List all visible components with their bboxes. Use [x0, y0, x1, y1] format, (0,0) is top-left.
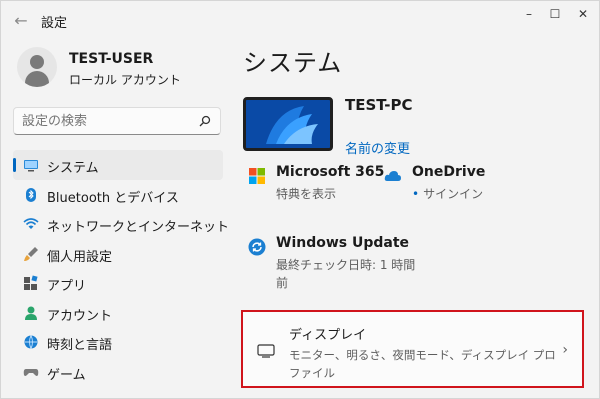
bluetooth-icon [26, 187, 36, 202]
search-icon[interactable] [198, 114, 212, 128]
rename-link[interactable]: 名前の変更 [345, 138, 410, 157]
app-title: 設定 [41, 16, 68, 31]
sidebar-nav: システム Bluetooth とデバイス ネットワークとインターネット 個人用設… [13, 150, 229, 387]
user-name: TEST-USER [69, 51, 154, 67]
brush-icon [24, 246, 38, 261]
avatar [17, 47, 57, 87]
display-settings-card[interactable]: ディスプレイ モニター、明るさ、夜間モード、ディスプレイ プロファイル › [241, 310, 584, 388]
sidebar-item-label: システム [47, 161, 99, 176]
system-icon [24, 160, 38, 172]
windows-update-icon [248, 238, 266, 256]
sidebar-item-label: ネットワークとインターネット [47, 220, 230, 235]
title-bar: ← 設定 – ☐ ✕ [1, 1, 600, 41]
sidebar-item-accounts[interactable]: アカウント [13, 298, 223, 328]
search-box[interactable] [13, 107, 221, 135]
page-title: システム [243, 49, 343, 77]
sidebar-item-label: アカウント [47, 308, 113, 324]
tile-title: OneDrive [412, 164, 486, 180]
back-arrow-icon[interactable]: ← [11, 11, 31, 31]
account-type: ローカル アカウント [69, 73, 181, 87]
apps-icon [24, 275, 38, 290]
tile-title: Microsoft 365 [276, 164, 385, 180]
tile-subtitle: 最終チェック日時: 1 時間前 [276, 258, 416, 290]
monitor-icon [257, 344, 275, 358]
sidebar-item-personalization[interactable]: 個人用設定 [13, 239, 223, 269]
tile-title: Windows Update [276, 235, 410, 251]
device-name: TEST-PC [345, 96, 413, 114]
windows-bloom-wallpaper [246, 100, 330, 148]
microsoft-logo-icon [249, 168, 265, 184]
display-card-title: ディスプレイ [289, 328, 367, 343]
sidebar-item-label: 個人用設定 [47, 249, 113, 265]
user-profile[interactable]: TEST-USER ローカル アカウント [17, 47, 217, 93]
sidebar-item-bluetooth[interactable]: Bluetooth とデバイス [13, 180, 223, 210]
sidebar-item-label: Bluetooth とデバイス [47, 190, 179, 206]
onedrive-cloud-icon [384, 171, 401, 181]
account-icon [25, 306, 37, 320]
wifi-icon [23, 218, 39, 229]
sidebar-item-time-language[interactable]: 時刻と言語 [13, 327, 223, 357]
sidebar-item-apps[interactable]: アプリ [13, 268, 223, 298]
sidebar-item-label: アプリ [47, 279, 87, 294]
sidebar-item-gaming[interactable]: ゲーム [13, 357, 223, 387]
tile-subtitle: 特典を表示 [276, 187, 337, 201]
sidebar-item-system[interactable]: システム [13, 150, 223, 180]
chevron-right-icon: › [562, 342, 568, 358]
game-icon [23, 368, 39, 376]
sidebar-item-label: ゲーム [47, 367, 86, 383]
minimize-button[interactable]: – [515, 5, 543, 23]
sidebar-item-label: 時刻と言語 [47, 338, 113, 353]
sidebar-item-network[interactable]: ネットワークとインターネット [13, 209, 229, 239]
device-thumbnail [243, 97, 333, 151]
tile-subtitle: サインイン [412, 185, 483, 202]
search-input[interactable] [22, 112, 192, 130]
time-language-icon [24, 335, 38, 349]
display-card-subtitle: モニター、明るさ、夜間モード、ディスプレイ プロファイル [289, 348, 556, 380]
maximize-button[interactable]: ☐ [541, 5, 569, 23]
settings-window: ← 設定 – ☐ ✕ TEST-USER ローカル アカウント システム [0, 0, 600, 399]
close-button[interactable]: ✕ [569, 5, 597, 23]
